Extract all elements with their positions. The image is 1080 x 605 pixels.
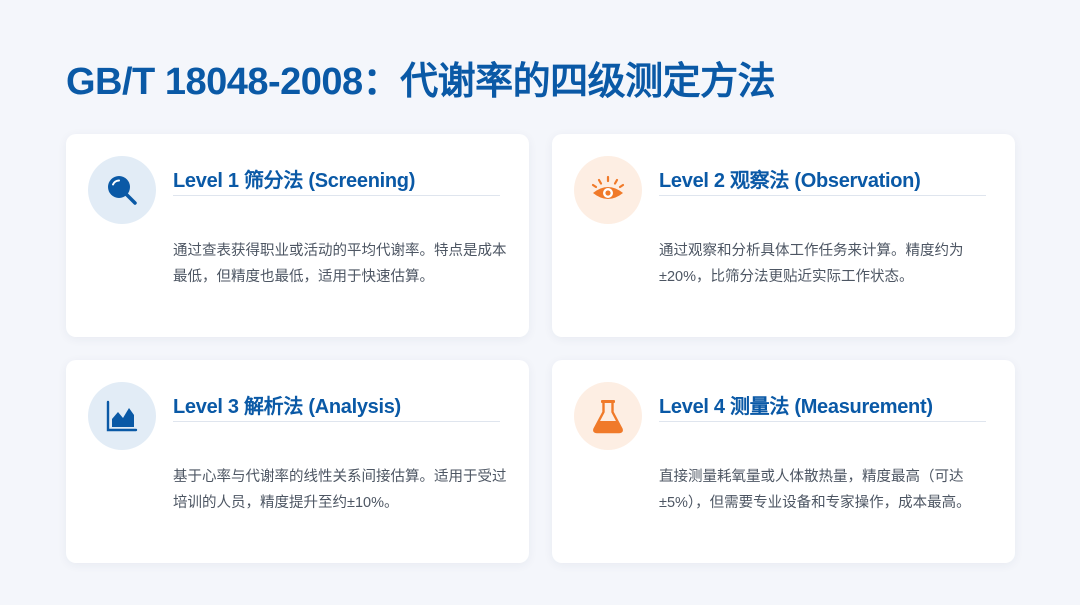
level-4-divider: [659, 421, 986, 422]
eye-icon: [591, 175, 625, 199]
magnifier-icon: [108, 176, 137, 205]
level-1-description: 通过查表获得职业或活动的平均代谢率。特点是成本最低，但精度也最低，适用于快速估算…: [173, 243, 507, 285]
level-2-card: Level 2 观察法 (Observation) 通过观察和分析具体工作任务来…: [552, 134, 1015, 337]
level-1-icon-badge: [88, 156, 156, 224]
level-4-icon-badge: [574, 382, 642, 450]
level-4-title: Level 4 测量法 (Measurement): [659, 396, 933, 418]
level-4-card: Level 4 测量法 (Measurement) 直接测量耗氧量或人体散热量，…: [552, 360, 1015, 563]
level-1-divider: [173, 195, 500, 196]
level-3-description: 基于心率与代谢率的线性关系间接估算。适用于受过培训的人员，精度提升至约±10%。: [173, 469, 507, 511]
page-title: GB/T 18048-2008：代谢率的四级测定方法: [66, 61, 776, 103]
level-2-divider: [659, 195, 986, 196]
flask-icon: [593, 400, 623, 434]
level-3-title: Level 3 解析法 (Analysis): [173, 396, 401, 418]
level-2-description: 通过观察和分析具体工作任务来计算。精度约为±20%，比筛分法更贴近实际工作状态。: [659, 243, 964, 285]
level-4-description: 直接测量耗氧量或人体散热量，精度最高（可达±5%），但需要专业设备和专家操作，成…: [659, 469, 971, 511]
level-2-icon-badge: [574, 156, 642, 224]
level-3-divider: [173, 421, 500, 422]
level-3-card: Level 3 解析法 (Analysis) 基于心率与代谢率的线性关系间接估算…: [66, 360, 529, 563]
level-2-title: Level 2 观察法 (Observation): [659, 170, 921, 192]
level-3-icon-badge: [88, 382, 156, 450]
level-1-card: Level 1 筛分法 (Screening) 通过查表获得职业或活动的平均代谢…: [66, 134, 529, 337]
level-1-title: Level 1 筛分法 (Screening): [173, 170, 416, 192]
area-chart-icon: [106, 400, 138, 432]
